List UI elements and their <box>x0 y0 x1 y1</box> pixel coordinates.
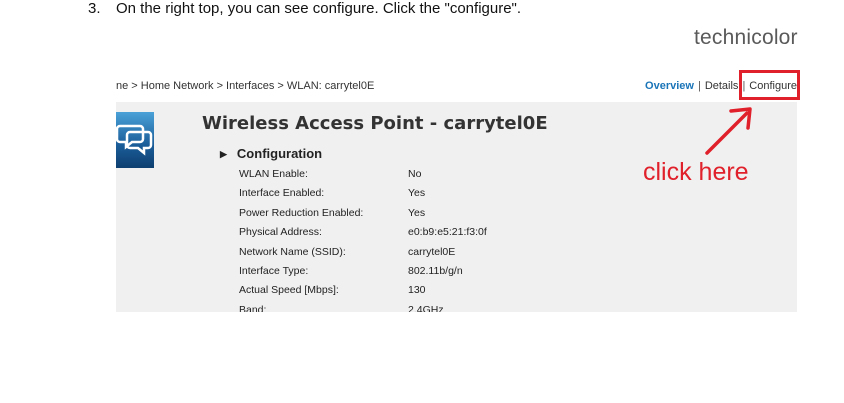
click-here-annotation: click here <box>643 158 749 186</box>
property-label: Physical Address: <box>239 226 322 239</box>
tab-overview[interactable]: Overview <box>645 80 694 92</box>
instruction-step: 3. On the right top, you can see configur… <box>88 0 521 17</box>
property-value: Yes <box>408 187 426 200</box>
property-label: Actual Speed [Mbps]: <box>239 284 339 297</box>
wireless-icon <box>116 112 154 168</box>
step-number: 3. <box>88 0 101 17</box>
configure-highlight-box <box>739 70 800 100</box>
property-value: e0:b9:e5:21:f3:0f <box>408 226 487 239</box>
property-label: Power Reduction Enabled: <box>239 206 364 219</box>
tab-details[interactable]: Details <box>705 80 739 92</box>
router-screenshot: ne > Home Network > Interfaces > WLAN: c… <box>116 74 797 312</box>
property-label: WLAN Enable: <box>239 168 308 180</box>
step-text: On the right top, you can see configure.… <box>116 0 522 17</box>
red-arrow-icon <box>705 107 752 155</box>
page-title: Wireless Access Point - carrytel0E <box>202 113 548 134</box>
property-label: Network Name (SSID): <box>239 245 346 258</box>
property-value: Yes <box>408 206 426 219</box>
property-value: 2.4GHz <box>408 303 444 312</box>
property-value: carrytel0E <box>408 245 456 258</box>
tab-separator: | <box>697 80 701 92</box>
property-label: Interface Enabled: <box>239 187 325 200</box>
property-label: Interface Type: <box>239 264 309 277</box>
brand-logo-text: technicolor <box>694 26 798 49</box>
property-value: No <box>408 168 422 180</box>
property-value: 802.11b/g/n <box>408 264 463 277</box>
property-label: Band: <box>239 303 267 312</box>
expand-arrow-icon: ▶ <box>220 149 227 159</box>
configuration-section-toggle[interactable]: ▶ Configuration <box>220 146 322 161</box>
top-bar: ne > Home Network > Interfaces > WLAN: c… <box>116 74 797 102</box>
content-panel: Wireless Access Point - carrytel0E ▶ Conf… <box>116 102 797 312</box>
breadcrumb: ne > Home Network > Interfaces > WLAN: c… <box>116 80 375 92</box>
section-title: Configuration <box>236 146 323 161</box>
property-value: 130 <box>408 284 426 297</box>
